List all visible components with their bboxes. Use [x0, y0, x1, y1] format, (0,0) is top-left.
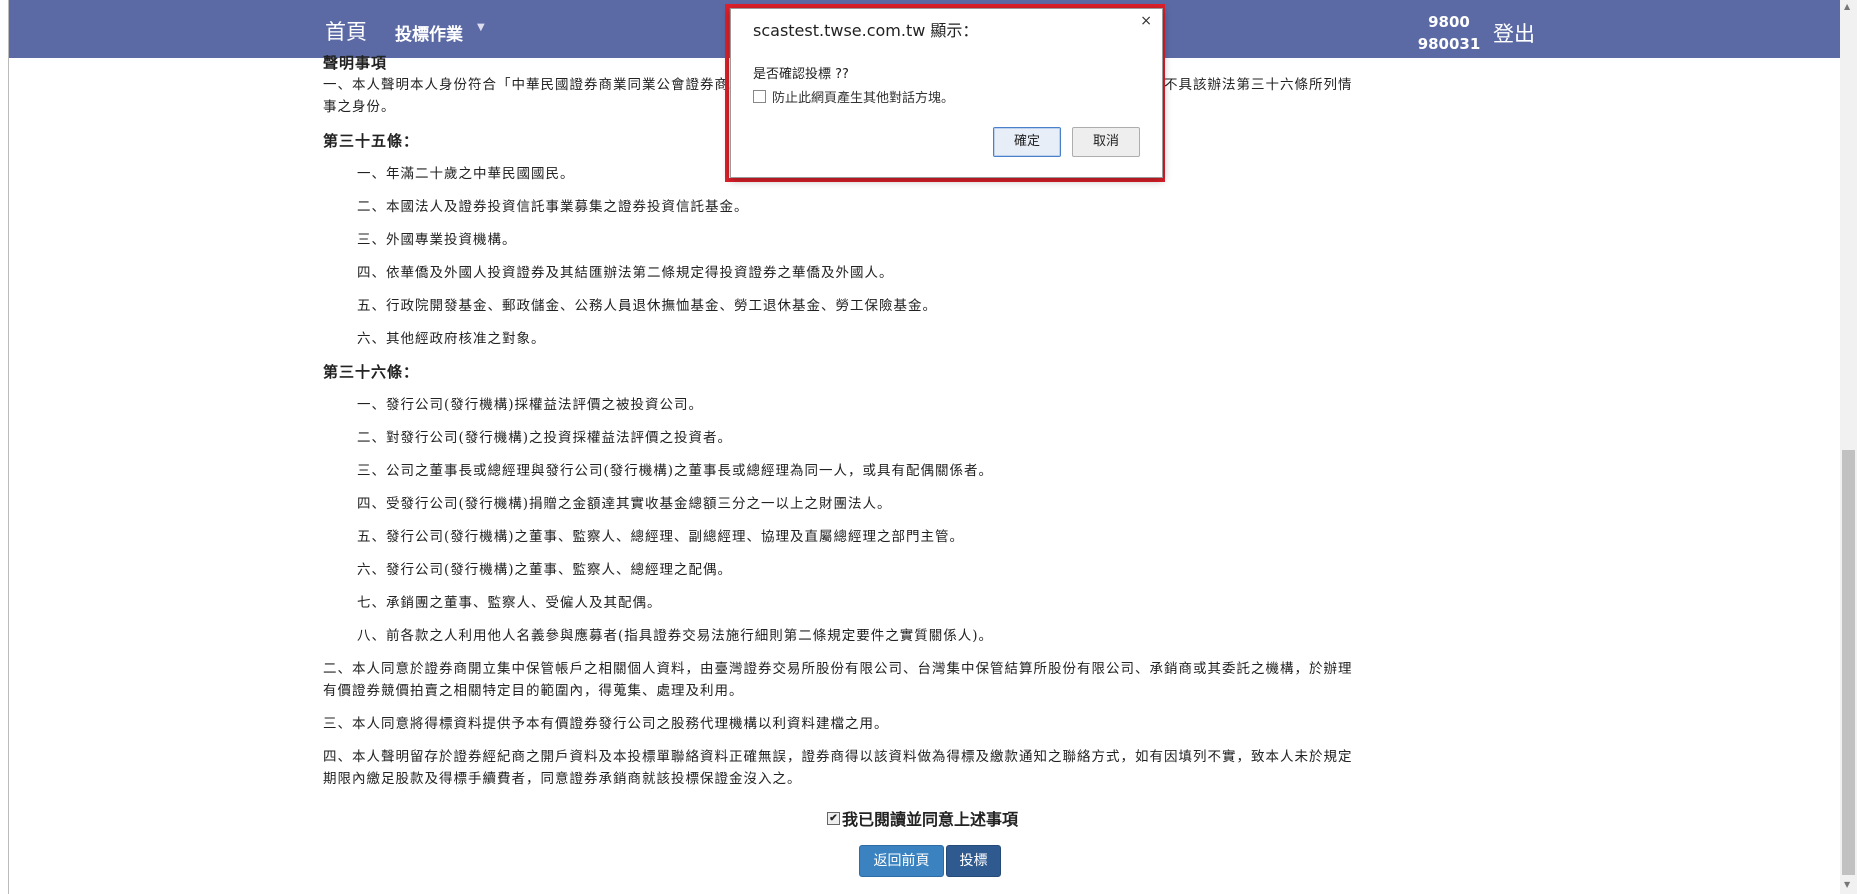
list-item: 三、外國專業投資機構。	[357, 232, 517, 248]
dialog-ok-button[interactable]: 確定	[993, 127, 1061, 157]
dialog-cancel-button[interactable]: 取消	[1072, 127, 1140, 157]
user-info: 9800 980031	[1413, 11, 1485, 55]
paragraph-4-line-2: 期限內繳足股款及得標手續費者，同意證券承銷商就該投標保證金沒入之。	[323, 771, 802, 787]
nav-home-link[interactable]: 首頁	[325, 16, 367, 46]
logout-link[interactable]: 登出	[1493, 18, 1535, 48]
list-item: 五、發行公司(發行機構)之董事、監察人、總經理、副總經理、協理及直屬總經理之部門…	[357, 529, 965, 545]
list-item: 七、承銷團之董事、監察人、受僱人及其配偶。	[357, 595, 662, 611]
paragraph-2-line-1: 二、本人同意於證券商開立集中保管帳戶之相關個人資料，由臺灣證券交易所股份有限公司…	[323, 661, 1353, 677]
list-item: 四、依華僑及外國人投資證券及其結匯辦法第二條規定得投資證券之華僑及外國人。	[357, 265, 894, 281]
article-35-heading: 第三十五條：	[323, 132, 420, 150]
confirm-dialog: scastest.twse.com.tw 顯示： × 是否確認投標 ?? 防止此…	[730, 8, 1163, 178]
nav-bidding-menu[interactable]: 投標作業	[395, 20, 463, 45]
paragraph-3: 三、本人同意將得標資料提供予本有價證券發行公司之股務代理機構以利資料建檔之用。	[323, 716, 889, 732]
list-item: 三、公司之董事長或總經理與發行公司(發行機構)之董事長或總經理為同一人，或具有配…	[357, 463, 994, 479]
close-icon[interactable]: ×	[1140, 13, 1152, 29]
paragraph-1-line-2: 事之身份。	[323, 99, 396, 115]
bid-button[interactable]: 投標	[946, 845, 1001, 877]
scroll-down-icon[interactable]: ▼	[1844, 880, 1850, 889]
scroll-thumb[interactable]	[1842, 450, 1855, 875]
list-item: 八、前各款之人利用他人名義參與應募者(指具證券交易法施行細則第二條規定要件之實質…	[357, 628, 994, 644]
suppress-dialogs-checkbox[interactable]: 防止此網頁產生其他對話方塊。	[753, 87, 954, 106]
list-item: 一、發行公司(發行機構)採權益法評價之被投資公司。	[357, 397, 704, 413]
list-item: 二、本國法人及證券投資信託事業募集之證券投資信託基金。	[357, 199, 749, 215]
article-36-heading: 第三十六條：	[323, 363, 420, 381]
suppress-dialogs-label: 防止此網頁產生其他對話方塊。	[772, 91, 955, 106]
checkbox-checked-icon[interactable]: ✔	[827, 811, 840, 825]
agree-checkbox[interactable]: ✔ 我已閱讀並同意上述事項	[827, 806, 1018, 830]
checkbox-unchecked-icon[interactable]	[753, 90, 766, 103]
list-item: 六、其他經政府核准之對象。	[357, 331, 546, 347]
agree-label: 我已閱讀並同意上述事項	[842, 810, 1019, 829]
browser-viewport: 首頁 投標作業 ▼ 9800 980031 登出 聲明事項 一、本人聲明本人身份…	[8, 0, 1850, 894]
dialog-title: scastest.twse.com.tw 顯示：	[753, 21, 979, 40]
scroll-up-icon[interactable]: ▲	[1844, 2, 1850, 11]
paragraph-4-line-1: 四、本人聲明留存於證券經紀商之開戶資料及本投標單聯絡資料正確無誤，證券商得以該資…	[323, 749, 1353, 765]
list-item: 二、對發行公司(發行機構)之投資採權益法評價之投資者。	[357, 430, 733, 446]
vertical-scrollbar[interactable]: ▲ ▼	[1840, 0, 1857, 894]
list-item: 六、發行公司(發行機構)之董事、監察人、總經理之配偶。	[357, 562, 733, 578]
chevron-down-icon[interactable]: ▼	[477, 22, 485, 33]
paragraph-2-line-2: 有價證券競價拍賣之相關特定目的範圍內，得蒐集、處理及利用。	[323, 683, 744, 699]
back-button[interactable]: 返回前頁	[859, 845, 944, 877]
dialog-message: 是否確認投標 ??	[753, 67, 849, 82]
user-broker-code: 9800	[1428, 13, 1470, 31]
user-account-id: 980031	[1417, 35, 1481, 53]
page-title: 聲明事項	[323, 54, 388, 72]
list-item: 一、年滿二十歲之中華民國國民。	[357, 166, 575, 182]
list-item: 五、行政院開發基金、郵政儲金、公務人員退休撫恤基金、勞工退休基金、勞工保險基金。	[357, 298, 937, 314]
list-item: 四、受發行公司(發行機構)捐贈之金額達其實收基金總額三分之一以上之財團法人。	[357, 496, 892, 512]
